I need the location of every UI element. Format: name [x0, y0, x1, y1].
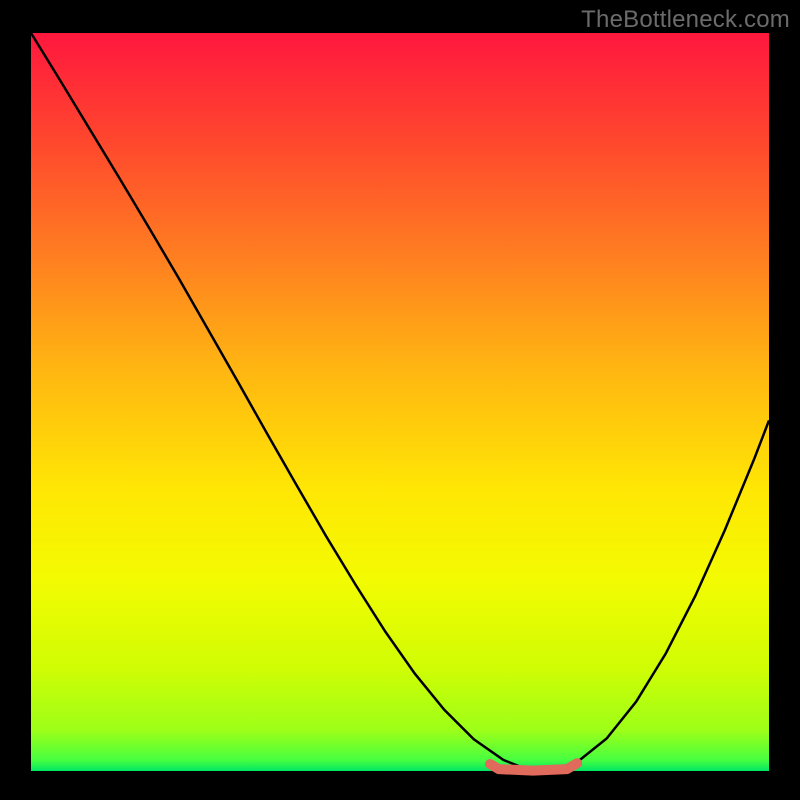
chart-stage: TheBottleneck.com [0, 0, 800, 800]
chart-gradient-background [31, 33, 769, 771]
bottleneck-chart [0, 0, 800, 800]
